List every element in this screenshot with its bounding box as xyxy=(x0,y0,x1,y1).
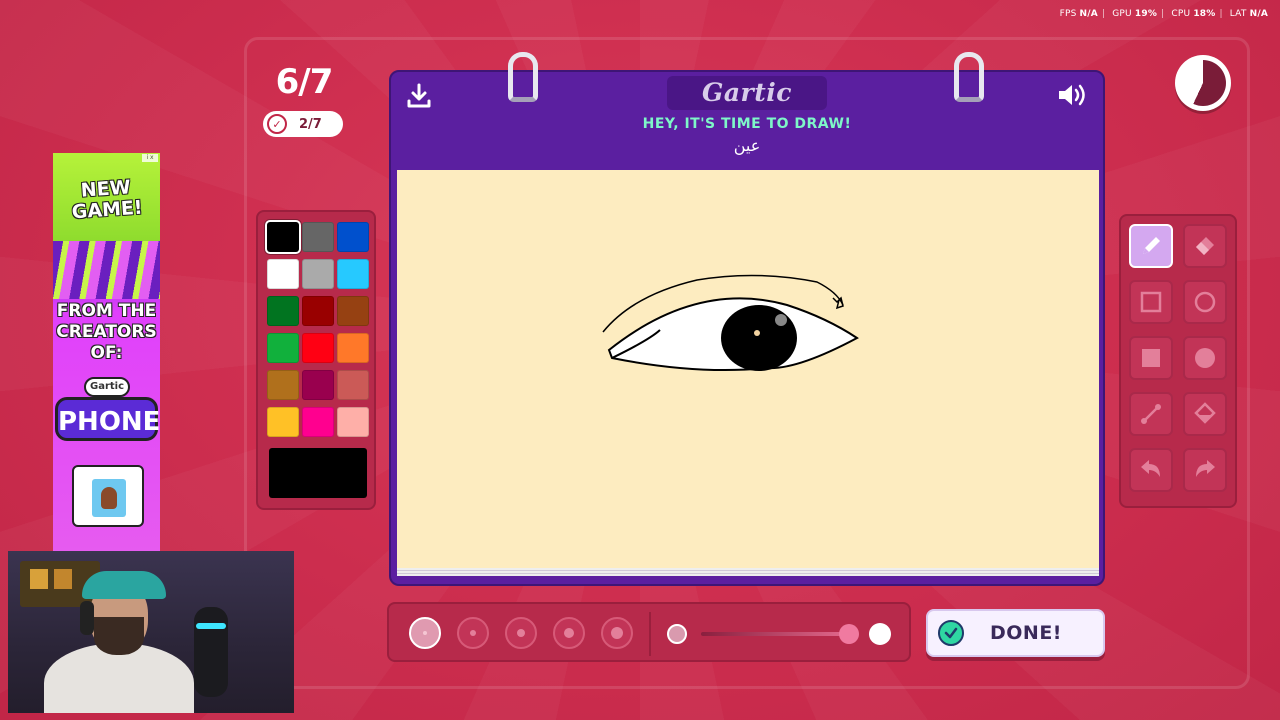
round-indicator: 6/7 xyxy=(264,62,344,102)
lat-value: N/A xyxy=(1249,9,1268,19)
opacity-slider[interactable] xyxy=(701,632,851,636)
ad-headline: NEW GAME! xyxy=(71,176,144,224)
color-swatch[interactable] xyxy=(267,296,299,326)
paint-bucket-icon xyxy=(1194,402,1216,424)
webcam-overlay xyxy=(8,551,294,713)
perf-overlay: FPS N/A | GPU 19% | CPU 18% | LAT N/A xyxy=(1059,9,1268,19)
pencil-tool[interactable] xyxy=(1129,224,1173,268)
eraser-tool[interactable] xyxy=(1183,224,1227,268)
brush-dot-icon xyxy=(423,631,427,635)
draw-prompt: HEY, IT'S TIME TO DRAW! xyxy=(642,116,852,132)
canvas-frame xyxy=(389,166,1105,586)
ad-logo-small: Gartic xyxy=(84,377,130,397)
ellipse-tool[interactable] xyxy=(1183,280,1227,324)
draw-word: عين xyxy=(733,136,761,155)
brush-dot-icon xyxy=(470,630,476,636)
color-swatch[interactable] xyxy=(302,222,334,252)
color-swatch[interactable] xyxy=(337,296,369,326)
color-swatch[interactable] xyxy=(337,222,369,252)
opacity-min-icon xyxy=(667,624,687,644)
notepad-ring-left xyxy=(508,52,538,102)
brush-dot-icon xyxy=(564,628,574,638)
ad-subline: FROM THE CREATORS OF: xyxy=(56,301,157,363)
brush-size-button[interactable] xyxy=(457,617,489,649)
drawing-canvas[interactable] xyxy=(397,170,1099,568)
notepad-ring-right xyxy=(954,52,984,102)
ad-stripes xyxy=(53,241,160,299)
color-swatch[interactable] xyxy=(267,222,299,252)
opacity-slider-handle[interactable] xyxy=(839,624,859,644)
ad-banner[interactable]: i x NEW GAME! FROM THE CREATORS OF: Gart… xyxy=(53,153,160,551)
round-counter: 6/7 xyxy=(275,62,334,102)
ad-logo-big: PHONE xyxy=(55,397,160,441)
color-swatch[interactable] xyxy=(302,259,334,289)
brush-toolbar xyxy=(387,602,911,662)
brush-size-button[interactable] xyxy=(409,617,441,649)
color-swatch[interactable] xyxy=(337,333,369,363)
fps-value: N/A xyxy=(1079,9,1098,19)
filled-rectangle-icon xyxy=(1142,349,1160,367)
players-done-pill: ✓ 2/7 xyxy=(263,111,343,137)
color-swatch[interactable] xyxy=(337,407,369,437)
check-icon: ✓ xyxy=(267,114,287,134)
filled-ellipse-tool[interactable] xyxy=(1183,336,1227,380)
gpu-value: 19% xyxy=(1134,9,1158,19)
color-swatch[interactable] xyxy=(302,370,334,400)
redo-icon xyxy=(1196,460,1215,477)
rectangle-icon xyxy=(1140,291,1162,313)
filled-rectangle-tool[interactable] xyxy=(1129,336,1173,380)
tool-panel xyxy=(1119,214,1237,508)
color-swatch[interactable] xyxy=(337,370,369,400)
fill-tool[interactable] xyxy=(1183,392,1227,436)
eye-drawing xyxy=(602,274,859,372)
brush-dot-icon xyxy=(517,629,525,637)
toolbar-separator xyxy=(649,612,651,656)
gartic-logo: Gartic xyxy=(702,78,792,107)
download-icon[interactable] xyxy=(405,82,433,110)
cpu-value: 18% xyxy=(1193,9,1216,19)
rectangle-tool[interactable] xyxy=(1129,280,1173,324)
undo-icon xyxy=(1141,460,1160,477)
timer-pie xyxy=(1180,60,1226,106)
ellipse-icon xyxy=(1194,291,1216,313)
volume-icon[interactable] xyxy=(1057,82,1089,108)
timer xyxy=(1175,55,1231,111)
pencil-icon xyxy=(1143,237,1160,254)
ad-notepad-image xyxy=(72,465,144,527)
brush-dot-icon xyxy=(611,627,623,639)
undo-tool[interactable] xyxy=(1129,448,1173,492)
current-color-preview xyxy=(269,448,367,498)
brush-size-button[interactable] xyxy=(601,617,633,649)
brush-size-button[interactable] xyxy=(553,617,585,649)
color-swatch[interactable] xyxy=(302,296,334,326)
redo-tool[interactable] xyxy=(1183,448,1227,492)
color-swatch[interactable] xyxy=(267,333,299,363)
ad-info-icon[interactable]: i x xyxy=(142,154,158,162)
color-swatch[interactable] xyxy=(267,370,299,400)
color-palette xyxy=(256,210,376,510)
paper-edge xyxy=(397,568,1099,576)
line-icon xyxy=(1141,404,1161,424)
eraser-icon xyxy=(1196,237,1214,255)
done-button[interactable]: DONE! xyxy=(926,609,1105,657)
color-swatch[interactable] xyxy=(337,259,369,289)
color-swatch[interactable] xyxy=(302,407,334,437)
color-swatch[interactable] xyxy=(302,333,334,363)
players-done-count: 2/7 xyxy=(299,116,322,132)
filled-ellipse-icon xyxy=(1195,348,1215,368)
done-button-label: DONE! xyxy=(990,622,1062,644)
check-icon xyxy=(938,620,964,646)
notepad-header: Gartic HEY, IT'S TIME TO DRAW! عين xyxy=(389,70,1105,168)
line-tool[interactable] xyxy=(1129,392,1173,436)
color-swatch[interactable] xyxy=(267,407,299,437)
opacity-max-icon xyxy=(869,623,891,645)
color-swatch[interactable] xyxy=(267,259,299,289)
brush-size-button[interactable] xyxy=(505,617,537,649)
